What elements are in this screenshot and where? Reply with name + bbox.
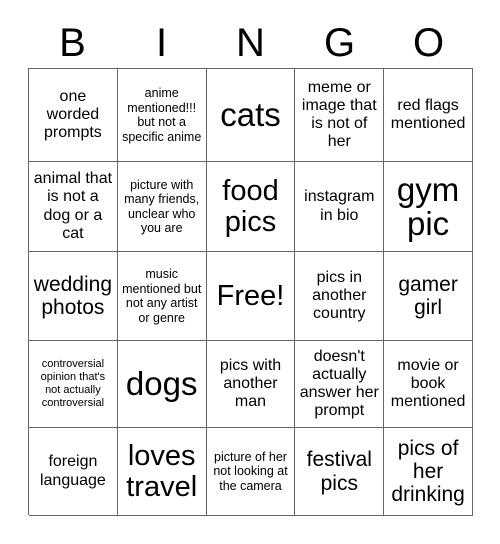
bingo-cell[interactable]: pics with another man: [206, 341, 296, 428]
bingo-cell-label: dogs: [125, 365, 198, 403]
bingo-cell[interactable]: foreign language: [29, 428, 118, 516]
bingo-cell[interactable]: red flags mentioned: [384, 69, 473, 162]
bingo-cell-label: gamer girl: [398, 272, 458, 319]
bingo-card: B I N G O one worded prompts anime menti…: [0, 0, 500, 544]
bingo-cell[interactable]: gym pic: [384, 162, 473, 252]
bingo-free-cell[interactable]: Free!: [206, 252, 296, 341]
bingo-cell-label: foreign language: [39, 453, 106, 489]
bingo-cell[interactable]: picture with many friends, unclear who y…: [117, 162, 207, 252]
bingo-cell-label: anime mentioned!!! but not a specific an…: [122, 86, 202, 144]
bingo-cell-label: gym pic: [396, 170, 460, 242]
bingo-cell[interactable]: loves travel: [117, 428, 207, 516]
bingo-cell[interactable]: instagram in bio: [295, 162, 385, 252]
bingo-cell[interactable]: food pics: [206, 162, 296, 252]
bingo-cell[interactable]: dogs: [117, 341, 207, 428]
bingo-cell[interactable]: pics in another country: [295, 252, 385, 341]
header-letter-o: O: [412, 21, 445, 65]
bingo-cell[interactable]: one worded prompts: [29, 69, 118, 162]
header-letter-b: B: [59, 21, 86, 65]
bingo-cell-label: wedding photos: [33, 272, 113, 319]
bingo-cell-label: animal that is not a dog or a cat: [33, 170, 113, 242]
bingo-cell-label: picture of her not looking at the camera: [213, 449, 288, 493]
bingo-cell[interactable]: cats: [206, 69, 296, 162]
bingo-cell[interactable]: meme or image that is not of her: [295, 69, 385, 162]
bingo-cell[interactable]: movie or book mentioned: [384, 341, 473, 428]
bingo-cell-label: pics of her drinking: [391, 436, 465, 507]
bingo-cell[interactable]: controversial opinion that's not actuall…: [29, 341, 118, 428]
bingo-cell-label: music mentioned but not any artist or ge…: [122, 267, 202, 325]
bingo-cell-label: pics in another country: [312, 268, 367, 323]
bingo-cell[interactable]: wedding photos: [29, 252, 118, 341]
bingo-cell[interactable]: gamer girl: [384, 252, 473, 341]
header-letter-i: I: [155, 21, 168, 65]
bingo-cell-label: red flags mentioned: [390, 96, 466, 132]
bingo-cell[interactable]: anime mentioned!!! but not a specific an…: [117, 69, 207, 162]
bingo-cell[interactable]: picture of her not looking at the camera: [206, 428, 296, 516]
header-letter-g: G: [323, 21, 356, 65]
header-letter-n: N: [236, 21, 265, 65]
bingo-cell-label: picture with many friends, unclear who y…: [124, 177, 200, 236]
bingo-cell-label: controversial opinion that's not actuall…: [40, 358, 106, 409]
bingo-header: B I N G O: [28, 18, 473, 68]
bingo-cell-label: festival pics: [306, 448, 372, 495]
bingo-grid: one worded prompts anime mentioned!!! bu…: [28, 68, 473, 516]
bingo-cell-label: one worded prompts: [44, 87, 102, 142]
bingo-cell[interactable]: festival pics: [295, 428, 385, 516]
bingo-cell-label: pics with another man: [219, 356, 282, 411]
bingo-cell-label: movie or book mentioned: [390, 356, 466, 411]
bingo-cell-label: doesn't actually answer her prompt: [299, 347, 379, 420]
bingo-cell[interactable]: pics of her drinking: [384, 428, 473, 516]
bingo-cell-label: cats: [220, 96, 281, 134]
bingo-cell-label: meme or image that is not of her: [301, 78, 377, 151]
bingo-cell[interactable]: animal that is not a dog or a cat: [29, 162, 118, 252]
bingo-free-label: Free!: [216, 279, 285, 312]
bingo-cell-label: food pics: [222, 175, 279, 238]
bingo-cell[interactable]: doesn't actually answer her prompt: [295, 341, 385, 428]
bingo-cell-label: instagram in bio: [304, 188, 375, 224]
bingo-cell-label: loves travel: [126, 440, 198, 503]
bingo-cell[interactable]: music mentioned but not any artist or ge…: [117, 252, 207, 341]
